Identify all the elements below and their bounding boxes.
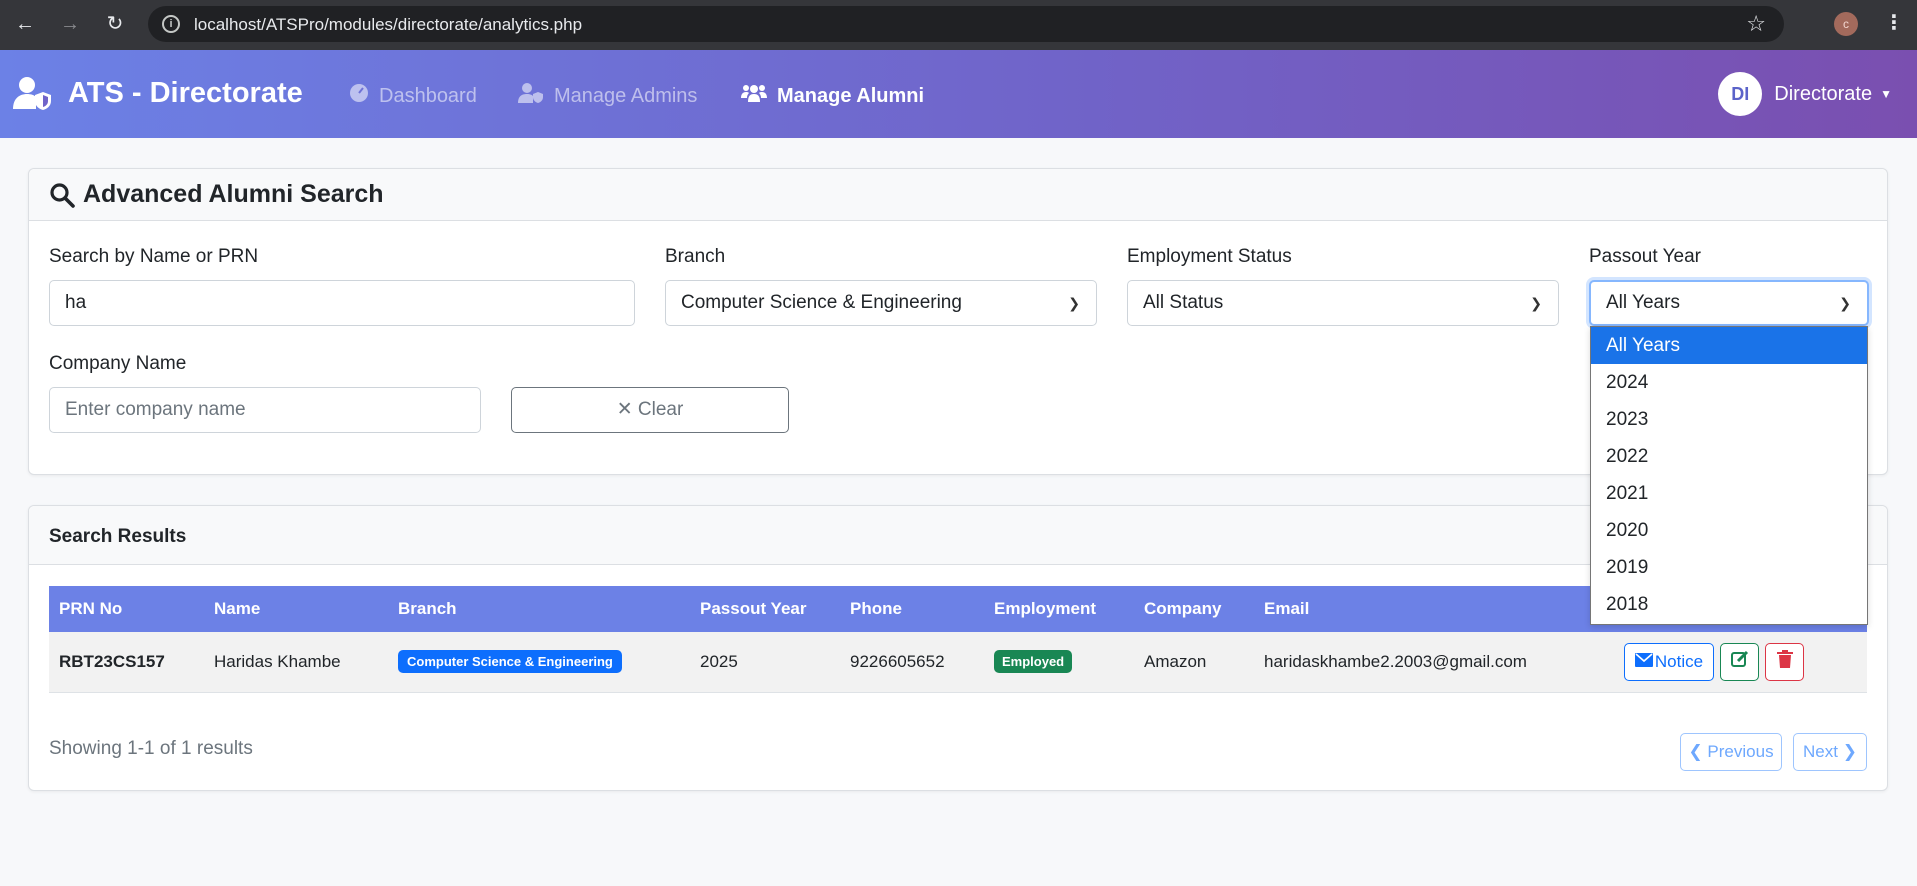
edit-icon: [1730, 650, 1749, 673]
table-row: RBT23CS157 Haridas Khambe Computer Scien…: [49, 632, 1867, 693]
user-menu[interactable]: DI Directorate ▼: [1718, 72, 1892, 116]
caret-down-icon: ▼: [1880, 87, 1892, 101]
employment-badge: Employed: [994, 650, 1073, 674]
employment-status-select[interactable]: All Status ❯: [1127, 280, 1559, 326]
user-shield-icon: [518, 83, 544, 109]
user-avatar: DI: [1718, 72, 1763, 116]
nav-dashboard-label: Dashboard: [379, 84, 477, 107]
next-button-label: Next: [1803, 742, 1838, 761]
chevron-down-icon: ❯: [1530, 295, 1542, 311]
nav-manage-alumni-label: Manage Alumni: [777, 84, 925, 107]
search-icon: [49, 182, 75, 208]
col-branch: Branch: [398, 599, 457, 618]
trash-icon: [1776, 650, 1793, 673]
chevron-right-icon: ❯: [1842, 742, 1857, 761]
employment-status-label: Employment Status: [1127, 246, 1292, 267]
edit-button[interactable]: [1720, 642, 1759, 681]
cell-prn: RBT23CS157: [49, 632, 204, 693]
search-card-header: Advanced Alumni Search: [29, 169, 1887, 221]
year-option[interactable]: 2022: [1591, 438, 1867, 475]
next-button[interactable]: Next ❯: [1793, 733, 1867, 771]
year-option[interactable]: All Years: [1591, 327, 1867, 364]
branch-badge: Computer Science & Engineering: [398, 650, 622, 674]
nav-manage-admins[interactable]: Manage Admins: [518, 83, 697, 109]
back-arrow-icon[interactable]: ←: [12, 11, 38, 37]
envelope-icon: [1634, 652, 1655, 672]
notice-button-label: Notice: [1654, 651, 1704, 671]
url-text[interactable]: localhost/ATSPro/modules/directorate/ana…: [194, 15, 582, 35]
cell-employment: Employed: [984, 632, 1134, 693]
passout-year-label: Passout Year: [1589, 246, 1701, 267]
company-name-label: Company Name: [49, 353, 187, 374]
cell-branch: Computer Science & Engineering: [388, 632, 690, 693]
year-option[interactable]: 2023: [1591, 401, 1867, 438]
year-option[interactable]: 2019: [1591, 549, 1867, 586]
forward-arrow-icon[interactable]: →: [57, 11, 83, 37]
chevron-left-icon: ❮: [1688, 742, 1703, 761]
results-count: Showing 1-1 of 1 results: [49, 738, 253, 759]
notice-button[interactable]: Notice: [1624, 642, 1714, 681]
passout-year-select[interactable]: All Years ❯: [1589, 280, 1869, 326]
cell-company: Amazon: [1134, 632, 1254, 693]
user-shield-brand-icon: [12, 76, 52, 110]
browser-menu-icon[interactable]: ⋮: [1884, 10, 1904, 35]
col-passout-year: Passout Year: [700, 599, 807, 618]
reload-icon[interactable]: ↻: [102, 11, 128, 37]
col-employment: Employment: [994, 599, 1097, 618]
users-icon: [741, 83, 767, 109]
cell-name: Haridas Khambe: [204, 632, 388, 693]
employment-status-value: All Status: [1143, 292, 1224, 313]
browser-toolbar: ← → ↻ i localhost/ATSPro/modules/directo…: [0, 0, 1917, 50]
passout-year-value: All Years: [1606, 292, 1680, 313]
brand[interactable]: ATS - Directorate: [12, 76, 303, 110]
nav-manage-alumni[interactable]: Manage Alumni: [741, 83, 924, 109]
name-prn-label: Search by Name or PRN: [49, 246, 259, 267]
gauge-icon: [349, 83, 369, 109]
col-phone: Phone: [850, 599, 902, 618]
clear-button[interactable]: ✕ Clear: [511, 387, 789, 433]
cell-phone: 9226605652: [840, 632, 984, 693]
user-name: Directorate: [1774, 82, 1873, 105]
results-card-title: Search Results: [49, 526, 187, 547]
year-option[interactable]: 2021: [1591, 475, 1867, 512]
col-prn: PRN No: [59, 599, 123, 618]
passout-year-dropdown: All Years 2024 2023 2022 2021 2020 2019 …: [1590, 326, 1868, 625]
nav-manage-admins-label: Manage Admins: [554, 84, 698, 107]
clear-button-label: Clear: [637, 399, 684, 420]
nav-dashboard[interactable]: Dashboard: [349, 83, 477, 109]
col-name: Name: [214, 599, 261, 618]
search-card-title: Advanced Alumni Search: [83, 180, 384, 208]
previous-button[interactable]: ❮ Previous: [1680, 733, 1782, 771]
year-option[interactable]: 2018: [1591, 586, 1867, 623]
close-icon: ✕: [616, 399, 633, 420]
branch-select[interactable]: Computer Science & Engineering ❯: [665, 280, 1097, 326]
cell-actions: Notice: [1614, 632, 1867, 693]
brand-title: ATS - Directorate: [68, 76, 303, 109]
cell-email: haridaskhambe2.2003@gmail.com: [1254, 632, 1614, 693]
col-email: Email: [1264, 599, 1310, 618]
company-name-input[interactable]: Enter company name: [49, 387, 481, 433]
chevron-down-icon: ❯: [1068, 295, 1080, 311]
profile-avatar[interactable]: c: [1834, 12, 1858, 36]
name-prn-input[interactable]: ha: [49, 280, 635, 326]
branch-select-value: Computer Science & Engineering: [681, 292, 962, 313]
app-navbar: ATS - Directorate Dashboard Manage Admin…: [0, 50, 1917, 138]
branch-label: Branch: [665, 246, 726, 267]
previous-button-label: Previous: [1707, 742, 1774, 761]
delete-button[interactable]: [1765, 642, 1804, 681]
col-company: Company: [1144, 599, 1222, 618]
bookmark-star-icon[interactable]: ☆: [1746, 11, 1766, 37]
address-bar[interactable]: i localhost/ATSPro/modules/directorate/a…: [148, 6, 1784, 42]
chevron-down-icon: ❯: [1839, 295, 1851, 311]
year-option[interactable]: 2024: [1591, 364, 1867, 401]
site-info-icon[interactable]: i: [162, 15, 180, 33]
cell-passout-year: 2025: [690, 632, 840, 693]
year-option[interactable]: 2020: [1591, 512, 1867, 549]
